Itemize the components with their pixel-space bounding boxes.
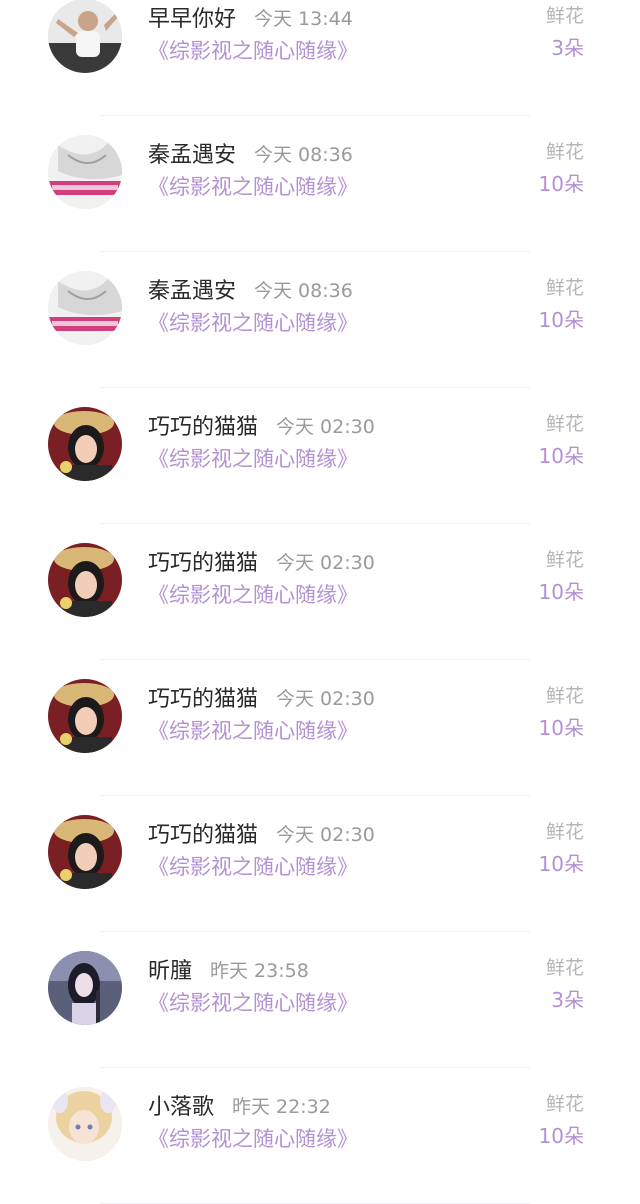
- book-title[interactable]: 《综影视之随心随缘》: [148, 35, 358, 65]
- gift-count: 10朵: [538, 308, 584, 332]
- gift-row[interactable]: 昕朣 昨天 23:58 《综影视之随心随缘》 鲜花 3朵: [0, 932, 640, 1068]
- book-title[interactable]: 《综影视之随心随缘》: [148, 851, 358, 881]
- gift-count: 10朵: [538, 444, 584, 468]
- gift-row[interactable]: 秦孟遇安 今天 08:36 《综影视之随心随缘》 鲜花 10朵: [0, 252, 640, 388]
- user-name[interactable]: 巧巧的猫猫: [148, 545, 258, 577]
- gift-time: 今天 08:36: [254, 143, 353, 166]
- gift-row[interactable]: 秦孟遇安 今天 08:36 《综影视之随心随缘》 鲜花 10朵: [0, 116, 640, 252]
- user-name[interactable]: 昕朣: [148, 953, 192, 985]
- gift-list: 早早你好 今天 13:44 《综影视之随心随缘》 鲜花 3朵 秦孟遇安 今天 0…: [0, 0, 640, 1204]
- user-name[interactable]: 秦孟遇安: [148, 137, 236, 169]
- book-title[interactable]: 《综影视之随心随缘》: [148, 171, 358, 201]
- name-line: 巧巧的猫猫 今天 02:30: [148, 409, 375, 441]
- gift-type: 鲜花: [545, 549, 584, 571]
- name-line: 秦孟遇安 今天 08:36: [148, 273, 353, 305]
- gift-time: 昨天 23:58: [210, 959, 309, 982]
- gift-type: 鲜花: [545, 141, 584, 163]
- name-line: 巧巧的猫猫 今天 02:30: [148, 681, 375, 713]
- user-name[interactable]: 小落歌: [148, 1089, 214, 1121]
- gift-time: 今天 02:30: [276, 415, 375, 438]
- book-title[interactable]: 《综影视之随心随缘》: [148, 307, 358, 337]
- gift-count: 3朵: [551, 988, 584, 1012]
- user-name[interactable]: 巧巧的猫猫: [148, 817, 258, 849]
- gift-type: 鲜花: [545, 821, 584, 843]
- avatar[interactable]: [48, 951, 122, 1025]
- gift-row[interactable]: 早早你好 今天 13:44 《综影视之随心随缘》 鲜花 3朵: [0, 0, 640, 116]
- user-name[interactable]: 巧巧的猫猫: [148, 681, 258, 713]
- gift-type: 鲜花: [545, 685, 584, 707]
- avatar[interactable]: [48, 407, 122, 481]
- name-line: 秦孟遇安 今天 08:36: [148, 137, 353, 169]
- gift-type: 鲜花: [545, 957, 584, 979]
- gift-time: 今天 08:36: [254, 279, 353, 302]
- gift-count: 10朵: [538, 716, 584, 740]
- gift-row[interactable]: 巧巧的猫猫 今天 02:30 《综影视之随心随缘》 鲜花 10朵: [0, 524, 640, 660]
- avatar[interactable]: [48, 679, 122, 753]
- name-line: 巧巧的猫猫 今天 02:30: [148, 545, 375, 577]
- book-title[interactable]: 《综影视之随心随缘》: [148, 1123, 358, 1153]
- avatar[interactable]: [48, 1087, 122, 1161]
- book-title[interactable]: 《综影视之随心随缘》: [148, 715, 358, 745]
- gift-count: 3朵: [551, 36, 584, 60]
- avatar[interactable]: [48, 271, 122, 345]
- gift-time: 昨天 22:32: [232, 1095, 331, 1118]
- user-name[interactable]: 巧巧的猫猫: [148, 409, 258, 441]
- gift-type: 鲜花: [545, 5, 584, 27]
- gift-type: 鲜花: [545, 413, 584, 435]
- name-line: 巧巧的猫猫 今天 02:30: [148, 817, 375, 849]
- gift-count: 10朵: [538, 852, 584, 876]
- gift-count: 10朵: [538, 580, 584, 604]
- gift-type: 鲜花: [545, 277, 584, 299]
- gift-time: 今天 02:30: [276, 823, 375, 846]
- user-name[interactable]: 秦孟遇安: [148, 273, 236, 305]
- gift-row[interactable]: 巧巧的猫猫 今天 02:30 《综影视之随心随缘》 鲜花 10朵: [0, 796, 640, 932]
- gift-row[interactable]: 巧巧的猫猫 今天 02:30 《综影视之随心随缘》 鲜花 10朵: [0, 388, 640, 524]
- name-line: 昕朣 昨天 23:58: [148, 953, 309, 985]
- name-line: 早早你好 今天 13:44: [148, 1, 353, 33]
- book-title[interactable]: 《综影视之随心随缘》: [148, 579, 358, 609]
- user-name[interactable]: 早早你好: [148, 1, 236, 33]
- avatar[interactable]: [48, 135, 122, 209]
- gift-count: 10朵: [538, 1124, 584, 1148]
- gift-time: 今天 13:44: [254, 7, 353, 30]
- avatar[interactable]: [48, 0, 122, 73]
- gift-type: 鲜花: [545, 1093, 584, 1115]
- book-title[interactable]: 《综影视之随心随缘》: [148, 987, 358, 1017]
- gift-count: 10朵: [538, 172, 584, 196]
- name-line: 小落歌 昨天 22:32: [148, 1089, 331, 1121]
- gift-time: 今天 02:30: [276, 687, 375, 710]
- avatar[interactable]: [48, 543, 122, 617]
- gift-time: 今天 02:30: [276, 551, 375, 574]
- book-title[interactable]: 《综影视之随心随缘》: [148, 443, 358, 473]
- gift-row[interactable]: 巧巧的猫猫 今天 02:30 《综影视之随心随缘》 鲜花 10朵: [0, 660, 640, 796]
- gift-row[interactable]: 小落歌 昨天 22:32 《综影视之随心随缘》 鲜花 10朵: [0, 1068, 640, 1204]
- avatar[interactable]: [48, 815, 122, 889]
